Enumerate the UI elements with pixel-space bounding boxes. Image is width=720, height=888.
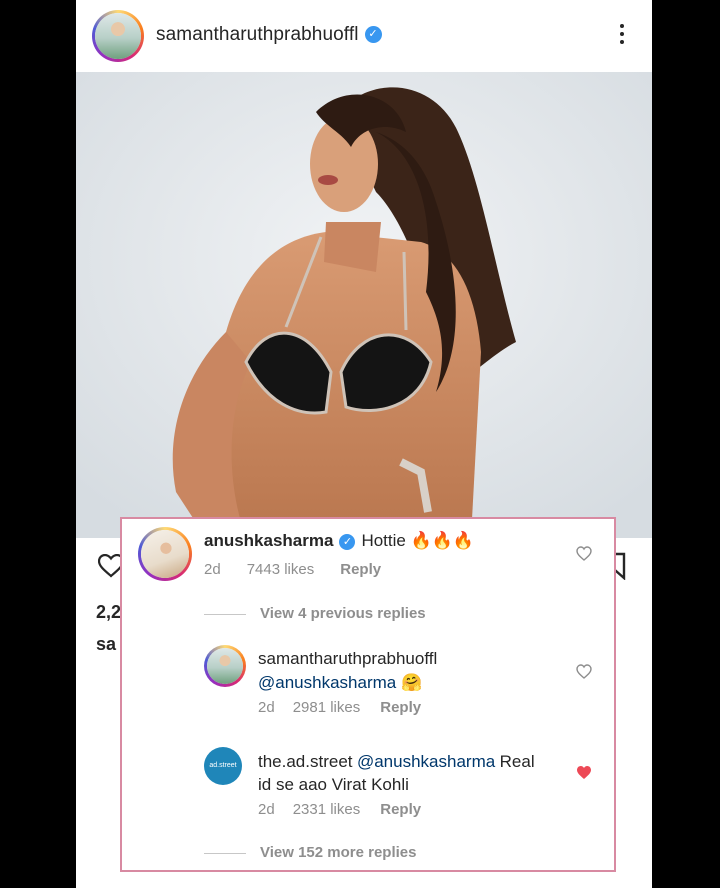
likes-count[interactable]: 2,2 [96,602,121,623]
commenter-avatar[interactable] [138,527,192,581]
view-previous-replies[interactable]: View 4 previous replies [204,605,426,622]
reply-avatar[interactable] [204,645,246,687]
comments-thread-highlight: anushkasharma ✓ Hottie 🔥🔥🔥 2d 7443 likes Rep… [120,517,616,872]
reply-meta: 2d 2331 likes Reply [258,801,447,818]
post-author[interactable]: samantharuthprabhuoffl ✓ [156,24,382,46]
reply-comment: samantharuthprabhuoffl @anushkasharma 🤗 [258,649,558,693]
profile-avatar[interactable] [92,10,144,62]
reply-text-line2: id se aao Virat Kohli [258,775,409,794]
reply-text: 🤗 [400,673,423,692]
reply-meta: 2d 2981 likes Reply [258,699,447,716]
verified-badge-icon: ✓ [339,533,356,550]
reply-comment: the.ad.street @anushkasharma Real id se … [258,751,558,796]
reply-liked-heart-icon[interactable] [576,765,592,780]
comment-likes[interactable]: 7443 likes [247,561,315,578]
verified-badge-icon: ✓ [364,26,382,44]
mention-link[interactable]: @anushkasharma [258,673,396,692]
comment-meta: 2d 7443 likes Reply [204,561,407,578]
reply-avatar[interactable]: ad.street [204,747,242,785]
comment-username[interactable]: anushkasharma [204,531,333,550]
caption-author[interactable]: sa [96,634,116,655]
reply-button[interactable]: Reply [340,561,381,578]
reply-username[interactable]: samantharuthprabhuoffl [258,649,558,669]
reply-text-line1: Real [499,752,535,771]
comment-text: Hottie 🔥🔥🔥 [361,531,475,550]
post-photo-illustration [76,72,652,538]
reply-button[interactable]: Reply [380,801,421,818]
reply-like-icon[interactable] [576,664,592,679]
post-header: samantharuthprabhuoffl ✓ [76,0,652,72]
reply-time: 2d [258,699,275,716]
reply-likes[interactable]: 2331 likes [293,801,361,818]
mention-link[interactable]: @anushkasharma [357,752,495,771]
post-image[interactable] [76,72,652,538]
view-more-replies[interactable]: View 152 more replies [204,844,416,861]
comment-time: 2d [204,561,221,578]
reply-likes[interactable]: 2981 likes [293,699,361,716]
more-options-icon[interactable] [620,24,626,48]
comment: anushkasharma ✓ Hottie 🔥🔥🔥 [204,531,474,551]
reply-button[interactable]: Reply [380,699,421,716]
reply-username[interactable]: the.ad.street [258,752,353,771]
comment-like-icon[interactable] [576,546,592,561]
post-author-name[interactable]: samantharuthprabhuoffl [156,24,359,45]
reply-time: 2d [258,801,275,818]
